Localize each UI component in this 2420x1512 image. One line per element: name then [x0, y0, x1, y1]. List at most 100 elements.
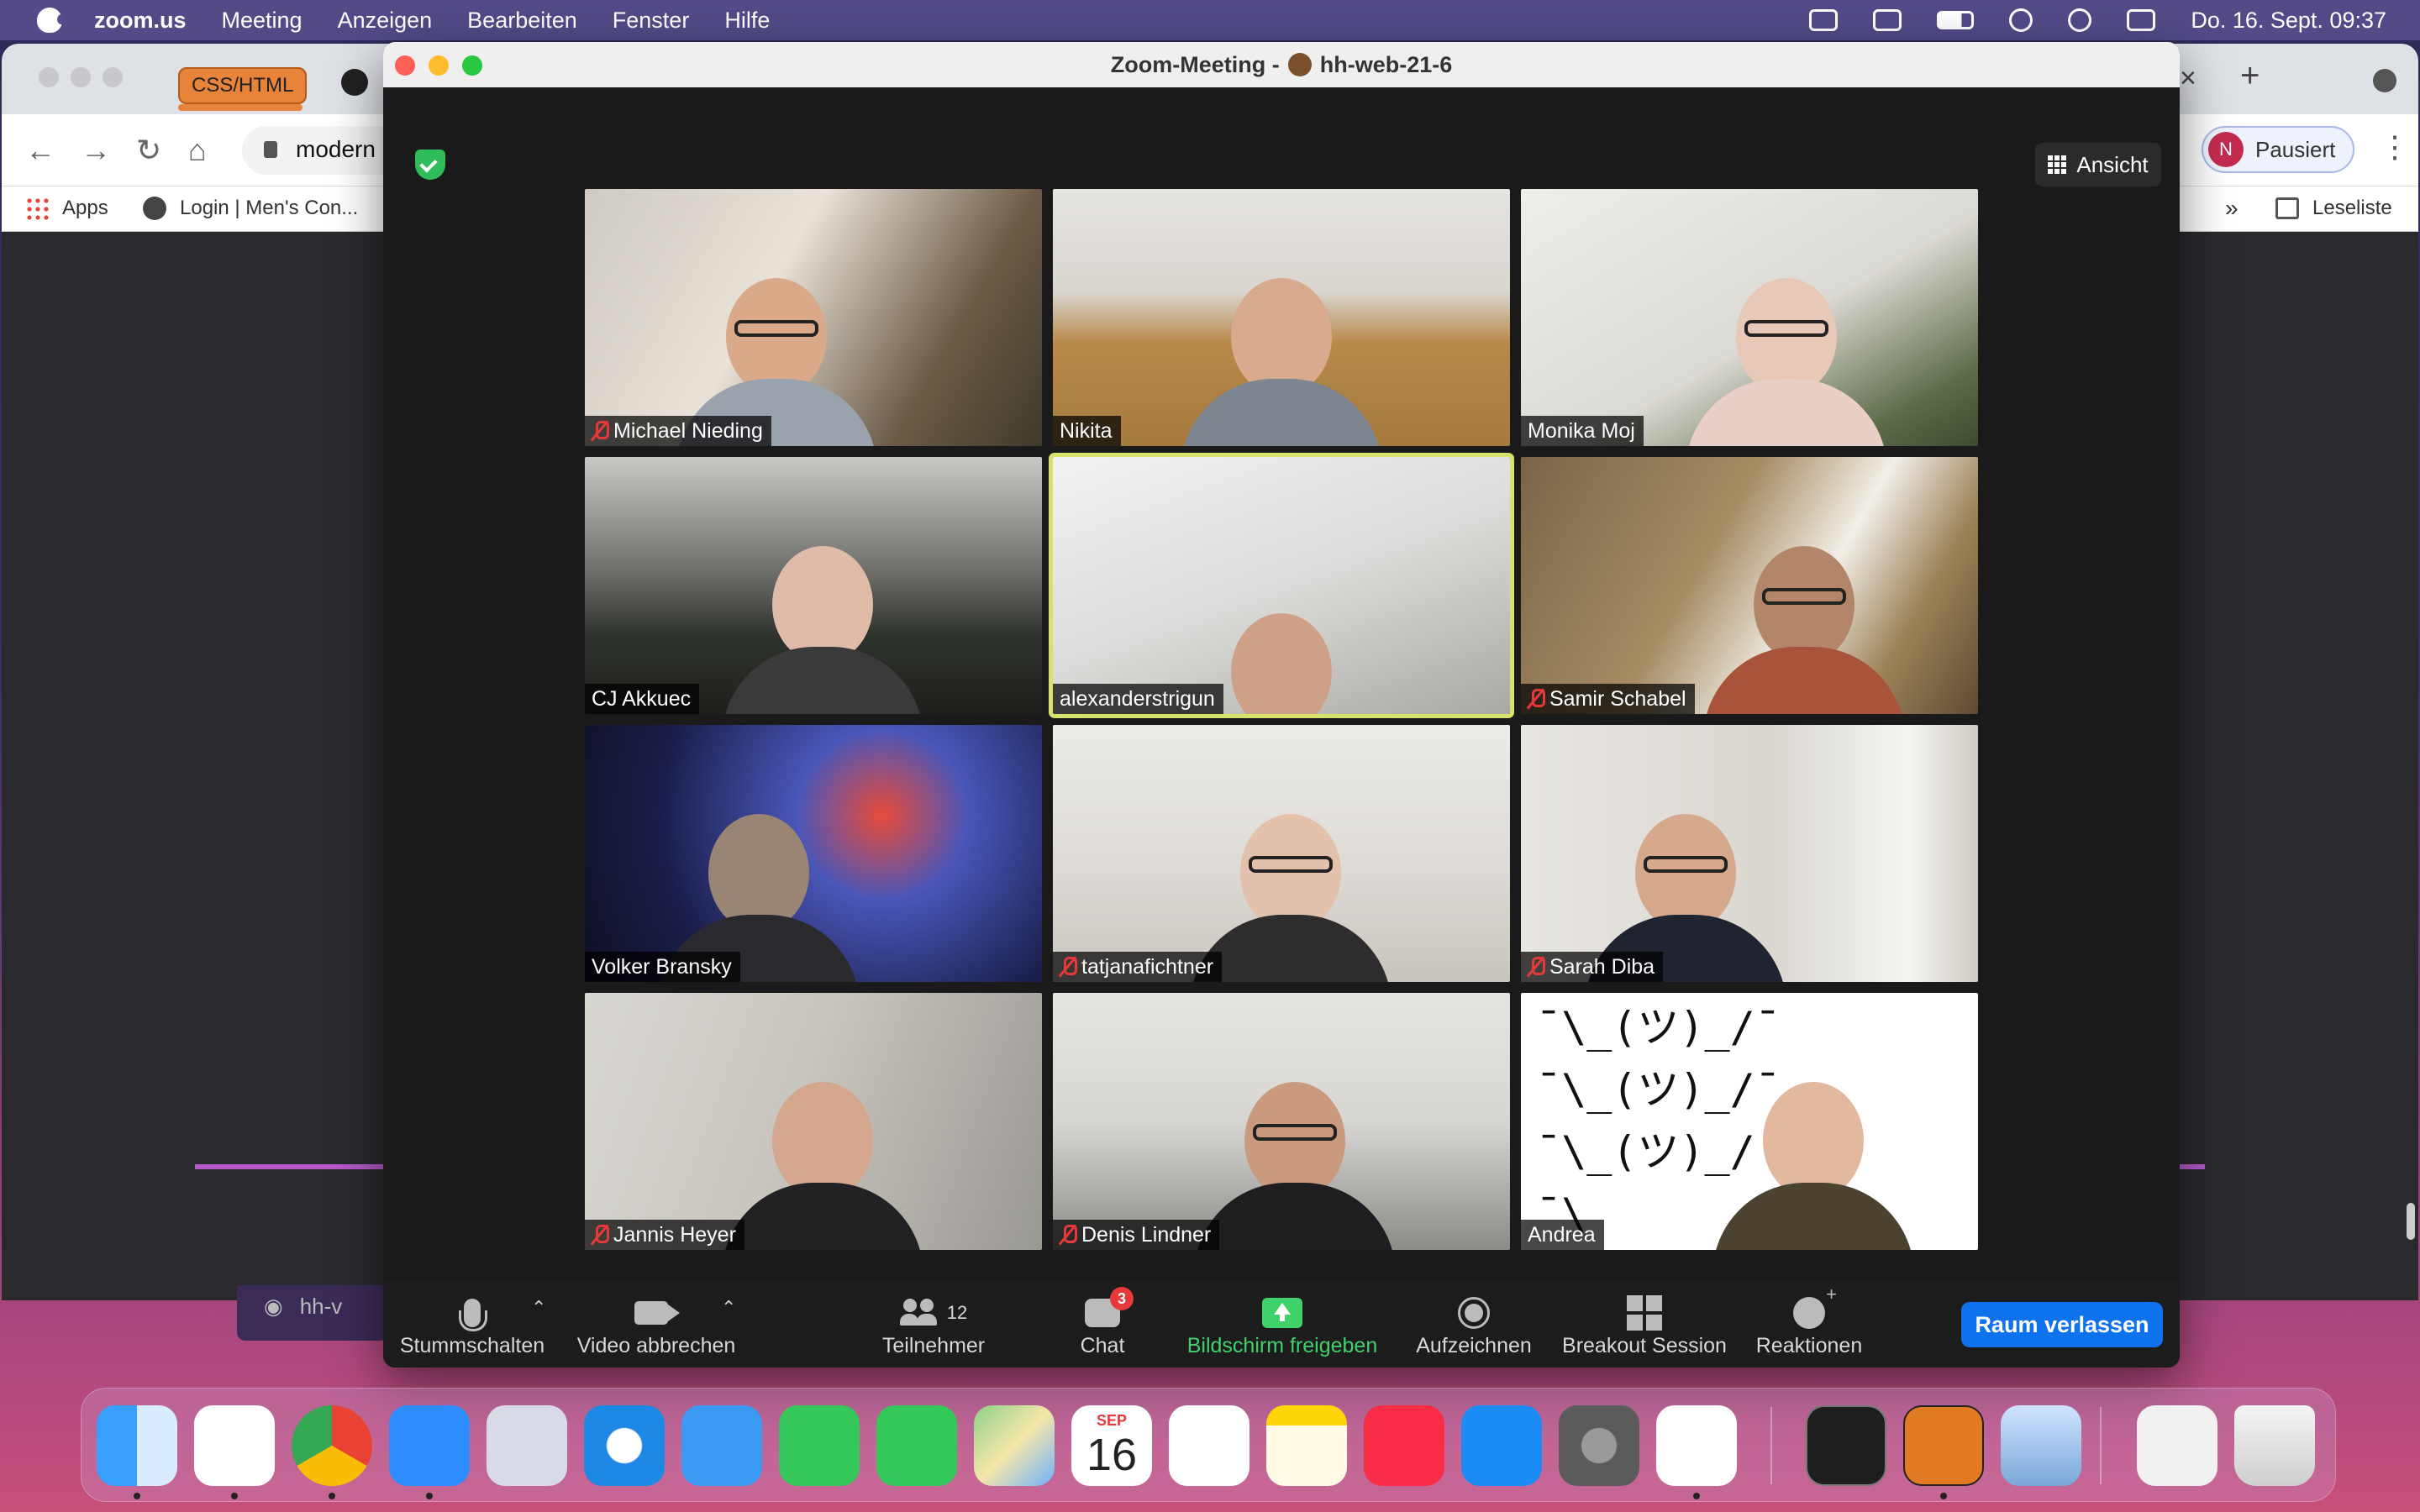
spotlight-search-icon[interactable] — [2068, 8, 2092, 32]
view-button[interactable]: Ansicht — [2035, 143, 2161, 186]
leave-meeting-button[interactable]: Raum verlassen — [1961, 1302, 2163, 1347]
bookmark-login-label: Login | Men's Con... — [180, 197, 359, 219]
chrome-icon[interactable] — [292, 1405, 372, 1486]
audio-options-caret-icon[interactable]: ⌃ — [531, 1297, 546, 1319]
system-preferences-icon[interactable] — [1559, 1405, 1639, 1486]
breakout-session-button[interactable]: Breakout Session — [1556, 1292, 1733, 1358]
reading-list-button[interactable]: Leseliste — [2275, 197, 2392, 220]
participant-tile-samir[interactable]: Samir Schabel — [1521, 457, 1978, 714]
muted-mic-icon — [592, 420, 609, 442]
github-icon[interactable] — [341, 69, 368, 96]
new-tab-icon[interactable]: + — [2240, 57, 2260, 95]
reminders-icon[interactable] — [1169, 1405, 1249, 1486]
messages-icon[interactable] — [876, 1405, 957, 1486]
zoom-minimize-button[interactable] — [429, 55, 449, 76]
apple-menu-icon[interactable] — [37, 8, 66, 33]
facetime-icon[interactable] — [779, 1405, 860, 1486]
participant-tile-jannis[interactable]: Jannis Heyer — [585, 993, 1042, 1250]
participant-tile-andrea[interactable]: ¯\_(ツ)_/¯ ¯\_(ツ)_/¯ ¯\_(ツ)_/¯\ Andrea — [1521, 993, 1978, 1250]
tab-search-icon[interactable] — [2373, 69, 2396, 92]
finder-icon[interactable] — [97, 1405, 177, 1486]
vscode-icon[interactable] — [1656, 1405, 1737, 1486]
participant-name-tag: Monika Moj — [1521, 416, 1644, 446]
zoom-status-icon[interactable] — [1809, 9, 1839, 31]
apps-grid-icon — [25, 197, 49, 220]
menu-app-name[interactable]: zoom.us — [94, 8, 187, 34]
menu-anzeigen[interactable]: Anzeigen — [338, 8, 433, 34]
breakout-session-label: Breakout Session — [1562, 1334, 1727, 1357]
books-icon[interactable] — [1903, 1405, 1984, 1486]
slack-icon[interactable] — [194, 1405, 275, 1486]
participant-tile-volker[interactable]: Volker Bransky — [585, 725, 1042, 982]
notes-icon[interactable] — [1266, 1405, 1347, 1486]
chat-bubble-icon: 3 — [1085, 1287, 1134, 1327]
chrome-minimize-button[interactable] — [71, 67, 91, 87]
reading-list-label: Leseliste — [2312, 197, 2392, 219]
menu-meeting[interactable]: Meeting — [222, 8, 302, 34]
chrome-scrollbar[interactable] — [2407, 1203, 2415, 1240]
share-screen-label: Bildschirm freigeben — [1186, 1334, 1378, 1357]
maps-icon[interactable] — [974, 1405, 1055, 1486]
mute-button[interactable]: Stummschalten — [398, 1292, 546, 1358]
menu-fenster[interactable]: Fenster — [613, 8, 690, 34]
home-icon[interactable]: ⌂ — [188, 133, 207, 168]
participant-name: Sarah Diba — [1549, 954, 1655, 979]
wifi-icon[interactable] — [2009, 8, 2033, 32]
chrome-menu-icon[interactable]: ⋮ — [2380, 129, 2410, 165]
record-button[interactable]: Aufzeichnen — [1407, 1292, 1541, 1358]
back-icon[interactable]: ← — [25, 133, 55, 168]
bookmark-apps-label: Apps — [62, 197, 108, 219]
music-icon[interactable] — [1364, 1405, 1444, 1486]
participant-tile-sarah[interactable]: Sarah Diba — [1521, 725, 1978, 982]
participant-tile-cj[interactable]: CJ Akkuec — [585, 457, 1042, 714]
breakout-rooms-icon — [1627, 1295, 1662, 1331]
calendar-icon[interactable]: SEP 16 — [1071, 1405, 1152, 1486]
display-icon[interactable] — [1873, 9, 1902, 31]
forward-icon[interactable]: → — [81, 133, 111, 168]
video-options-caret-icon[interactable]: ⌃ — [721, 1297, 736, 1319]
chat-button[interactable]: 3 Chat — [1062, 1287, 1143, 1358]
participant-tile-denis[interactable]: Denis Lindner — [1053, 993, 1510, 1250]
bookmark-login[interactable]: Login | Men's Con... — [143, 197, 358, 220]
zoom-close-button[interactable] — [395, 55, 415, 76]
zoom-icon[interactable] — [389, 1405, 470, 1486]
zoom-title-bar: Zoom-Meeting - hh-web-21-6 — [383, 42, 2180, 87]
zoom-fullscreen-button[interactable] — [462, 55, 482, 76]
app-store-icon[interactable] — [1461, 1405, 1542, 1486]
bookmark-apps[interactable]: Apps — [25, 197, 108, 220]
close-tab-icon[interactable]: × — [2180, 62, 2196, 95]
control-center-icon[interactable] — [2127, 9, 2156, 31]
reactions-button[interactable]: Reaktionen — [1748, 1284, 1870, 1358]
battery-icon[interactable] — [1937, 11, 1975, 29]
chrome-close-button[interactable] — [39, 67, 59, 87]
participant-tile-monika[interactable]: Monika Moj — [1521, 189, 1978, 446]
reload-icon[interactable]: ↻ — [136, 133, 161, 168]
menu-hilfe[interactable]: Hilfe — [724, 8, 770, 34]
launchpad-icon[interactable] — [487, 1405, 567, 1486]
participant-name-tag: Jannis Heyer — [585, 1220, 744, 1250]
participant-tile-alexander[interactable]: alexanderstrigun — [1049, 453, 1514, 718]
preview-icon[interactable] — [2001, 1405, 2081, 1486]
bookmarks-overflow-icon[interactable]: » — [2225, 195, 2238, 222]
trash-icon[interactable] — [2234, 1405, 2315, 1486]
downloads-stack-icon[interactable] — [2137, 1405, 2217, 1486]
mail-icon[interactable] — [681, 1405, 762, 1486]
participant-tile-tatjana[interactable]: tatjanafichtner — [1053, 725, 1510, 982]
participants-button[interactable]: 12 Teilnehmer — [879, 1292, 988, 1358]
stop-video-button[interactable]: Video abbrechen — [573, 1292, 739, 1358]
safari-icon[interactable] — [584, 1405, 665, 1486]
record-icon — [1458, 1297, 1490, 1329]
menu-bearbeiten[interactable]: Bearbeiten — [467, 8, 577, 34]
terminal-icon[interactable] — [1806, 1405, 1886, 1486]
share-screen-button[interactable]: Bildschirm freigeben — [1181, 1292, 1383, 1358]
security-shield-icon[interactable] — [415, 150, 445, 180]
participant-tile-michael[interactable]: Michael Nieding — [585, 189, 1042, 446]
participant-tile-nikita[interactable]: Nikita — [1053, 189, 1510, 446]
profile-avatar: N — [2208, 132, 2244, 167]
tab-group-css-html[interactable]: CSS/HTML — [178, 67, 308, 104]
menu-datetime[interactable]: Do. 16. Sept. 09:37 — [2191, 8, 2386, 34]
profile-status-label: Pausiert — [2255, 136, 2336, 162]
profile-paused-button[interactable]: N Pausiert — [2202, 126, 2354, 173]
zoom-title-room: hh-web-21-6 — [1319, 51, 1453, 77]
chrome-zoom-button[interactable] — [103, 67, 123, 87]
